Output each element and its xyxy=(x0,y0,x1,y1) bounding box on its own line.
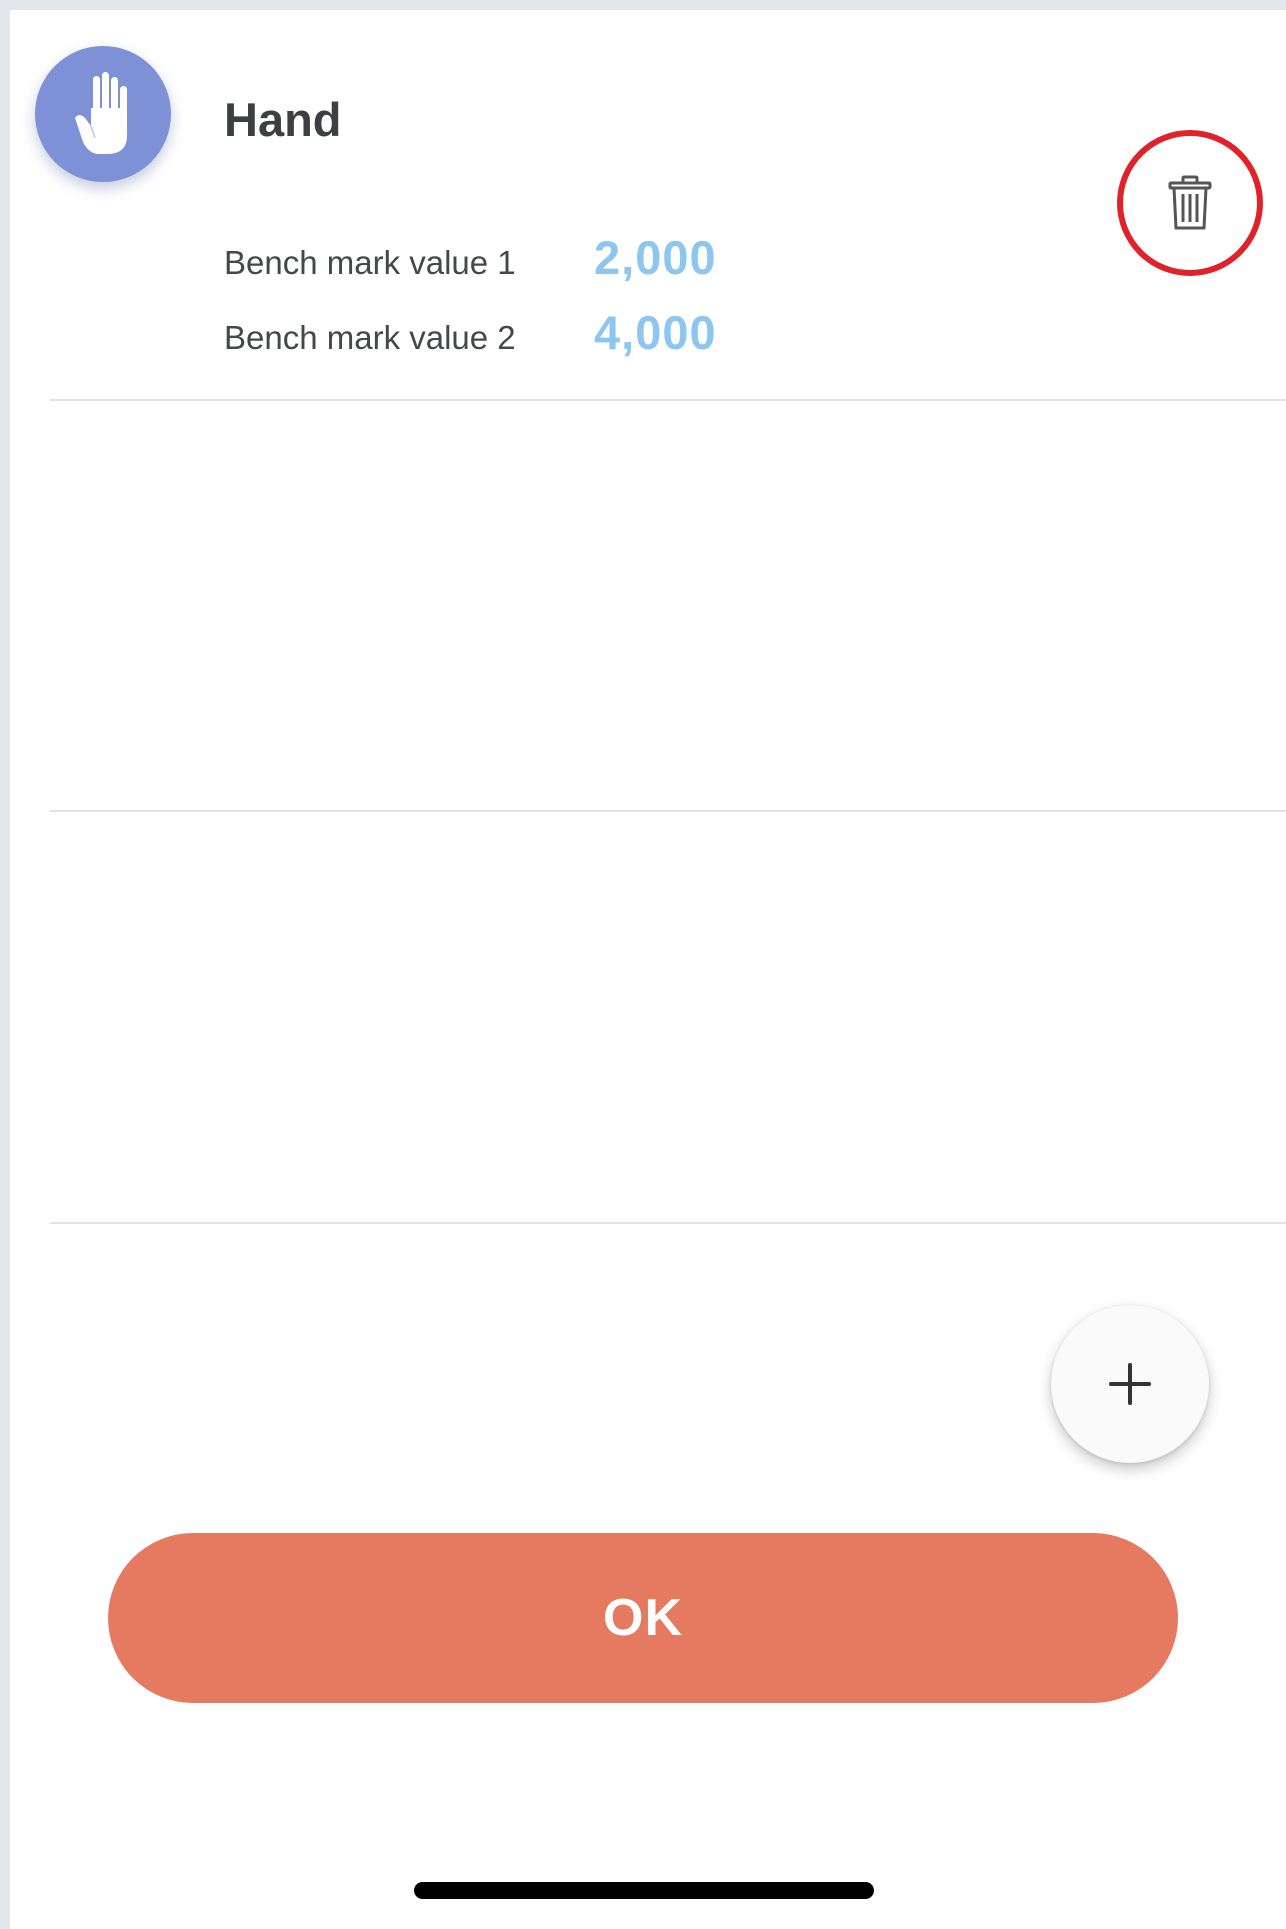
delete-button[interactable] xyxy=(1117,130,1263,276)
hand-icon xyxy=(75,72,127,154)
divider xyxy=(50,1222,1286,1224)
benchmark-value[interactable]: 4,000 xyxy=(594,303,717,363)
benchmark-row-1: Bench mark value 1 2,000 xyxy=(224,228,717,288)
benchmark-label: Bench mark value 2 xyxy=(224,319,516,356)
add-button[interactable] xyxy=(1051,1305,1209,1463)
plus-icon xyxy=(1109,1363,1151,1405)
benchmark-label: Bench mark value 1 xyxy=(224,244,516,281)
hand-avatar xyxy=(35,46,171,182)
divider xyxy=(50,399,1286,401)
home-indicator[interactable] xyxy=(414,1882,874,1899)
ok-button[interactable]: OK xyxy=(108,1533,1178,1703)
benchmark-value[interactable]: 2,000 xyxy=(594,228,717,288)
item-title: Hand xyxy=(224,93,342,146)
benchmark-row-2: Bench mark value 2 4,000 xyxy=(224,303,717,363)
trash-icon xyxy=(1168,175,1212,230)
divider xyxy=(50,810,1286,812)
